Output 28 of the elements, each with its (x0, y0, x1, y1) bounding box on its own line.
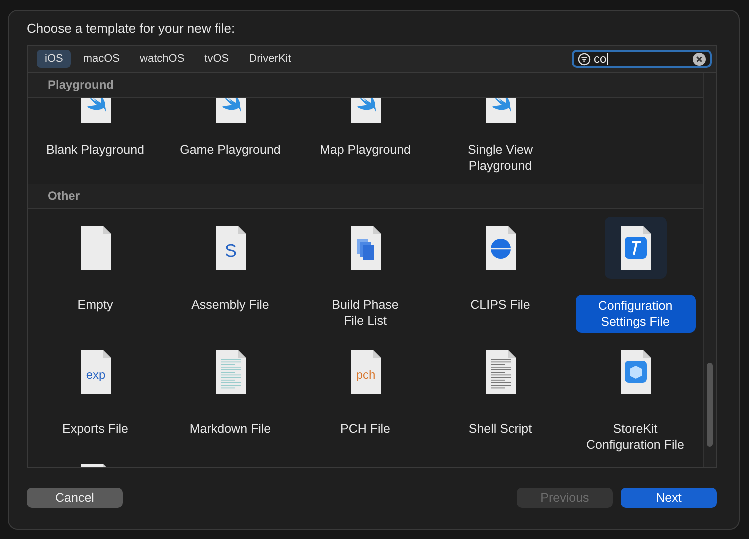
template-label[interactable]: Map Playground (306, 140, 426, 176)
filter-icon (578, 52, 591, 66)
template-label[interactable]: Markdown File (170, 419, 290, 455)
cancel-button[interactable]: Cancel (27, 488, 123, 508)
template-label[interactable]: Shell Script (440, 419, 560, 455)
next-button[interactable]: Next (621, 488, 717, 508)
template-label[interactable]: PCH File (306, 419, 426, 455)
platform-tab[interactable]: iOS (37, 50, 72, 68)
platform-tab[interactable]: macOS (75, 50, 128, 68)
template-label[interactable]: CLIPS File (440, 295, 560, 331)
search-field[interactable]: co (572, 50, 712, 68)
template-label[interactable]: Blank Playground (36, 140, 156, 176)
template-label[interactable]: Single View Playground (440, 140, 560, 176)
dialog-title: Choose a template for your new file: (27, 21, 236, 36)
template-label[interactable]: Game Playground (170, 140, 290, 176)
section-header: Other (28, 184, 703, 209)
template-label[interactable]: Configuration Settings File (576, 295, 696, 333)
platform-tab[interactable]: watchOS (132, 50, 193, 68)
template-label[interactable]: StoreKit Configuration File (576, 419, 696, 455)
template-label[interactable]: Assembly File (170, 295, 290, 331)
scrollbar[interactable] (703, 73, 716, 467)
template-label[interactable]: Build Phase File List (306, 295, 426, 331)
platform-tab[interactable]: tvOS (196, 50, 238, 68)
platform-tab[interactable]: DriverKit (241, 50, 300, 68)
template-label[interactable]: Empty (36, 295, 156, 331)
clear-icon[interactable] (693, 52, 706, 66)
section-header: Playground (28, 73, 703, 98)
template-label[interactable]: Exports File (36, 419, 156, 455)
